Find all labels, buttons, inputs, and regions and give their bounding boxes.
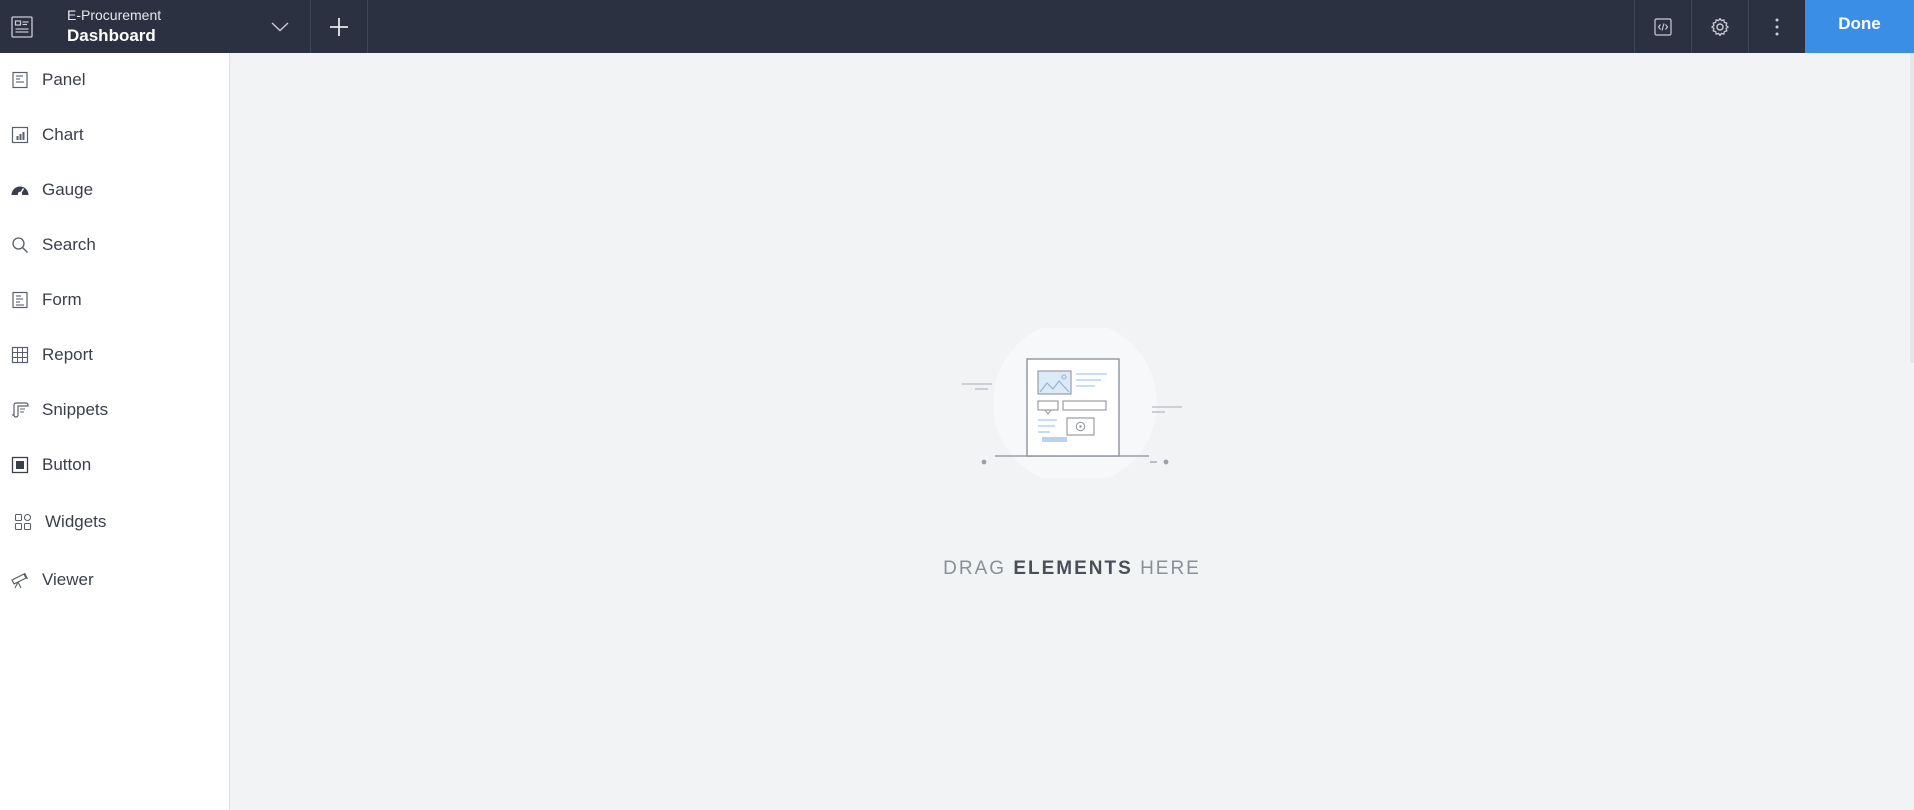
- sidebar-item-button[interactable]: Button: [0, 445, 229, 485]
- sidebar-item-viewer[interactable]: Viewer: [0, 560, 229, 600]
- sidebar-item-label: Panel: [42, 70, 86, 89]
- dashboard-canvas-dropzone[interactable]: DRAG ELEMENTS HERE: [230, 53, 1914, 810]
- sidebar-item-search[interactable]: Search: [0, 225, 229, 265]
- drop-zone-hint: DRAG ELEMENTS HERE: [230, 558, 1914, 580]
- chevron-down-icon: [271, 21, 289, 31]
- drop-hint-strong: ELEMENTS: [1013, 558, 1133, 579]
- telescope-icon: [10, 570, 30, 590]
- sidebar-item-gauge[interactable]: Gauge: [0, 170, 229, 210]
- search-icon: [10, 235, 30, 255]
- sidebar-item-label: Form: [42, 290, 82, 309]
- sidebar-item-label: Report: [42, 345, 94, 364]
- gauge-icon: [10, 180, 30, 200]
- sidebar-item-label: Button: [42, 455, 92, 474]
- snippets-icon: [10, 400, 30, 420]
- widgets-icon: [13, 512, 33, 532]
- report-grid-icon: [10, 345, 30, 365]
- add-page-button[interactable]: [311, 0, 367, 53]
- sidebar-item-report[interactable]: Report: [0, 335, 229, 375]
- more-options-button[interactable]: [1748, 0, 1805, 53]
- canvas-scrollbar[interactable]: [1910, 53, 1914, 363]
- form-icon: [10, 290, 30, 310]
- sidebar-item-panel[interactable]: Panel: [0, 60, 229, 100]
- more-vertical-icon: [1775, 18, 1779, 35]
- sidebar-item-label: Viewer: [42, 570, 94, 589]
- page-title: Dashboard: [67, 25, 156, 45]
- sidebar-item-form[interactable]: Form: [0, 280, 229, 320]
- app-title-block[interactable]: E-Procurement Dashboard: [44, 0, 272, 53]
- sidebar-item-label: Widgets: [45, 512, 107, 531]
- sidebar-item-label: Search: [42, 235, 96, 254]
- code-button[interactable]: [1634, 0, 1691, 53]
- sidebar-item-widgets[interactable]: Widgets: [0, 502, 229, 542]
- sidebar-item-label: Gauge: [42, 180, 94, 199]
- sidebar-item-label: Chart: [42, 125, 84, 144]
- dashboard-app-icon[interactable]: [0, 0, 44, 53]
- top-bar: E-Procurement Dashboard Done: [0, 0, 1914, 53]
- sidebar-item-chart[interactable]: Chart: [0, 115, 229, 155]
- sidebar-item-snippets[interactable]: Snippets: [0, 390, 229, 430]
- panel-icon: [10, 70, 30, 90]
- done-button[interactable]: Done: [1805, 0, 1914, 53]
- sidebar-item-label: Snippets: [42, 400, 109, 419]
- code-icon: [1654, 17, 1672, 36]
- settings-button[interactable]: [1691, 0, 1748, 53]
- chart-icon: [10, 125, 30, 145]
- page-switcher-dropdown[interactable]: [250, 0, 310, 53]
- plus-icon: [330, 17, 348, 36]
- drop-hint-post: HERE: [1140, 558, 1201, 579]
- drop-hint-pre: DRAG: [943, 558, 1007, 579]
- empty-dashboard-illustration: [962, 328, 1182, 478]
- app-name: E-Procurement: [67, 6, 162, 23]
- gear-icon: [1711, 17, 1729, 36]
- elements-sidebar: Panel Chart Gauge Search Form Report Sni…: [0, 53, 230, 810]
- button-icon: [10, 455, 30, 475]
